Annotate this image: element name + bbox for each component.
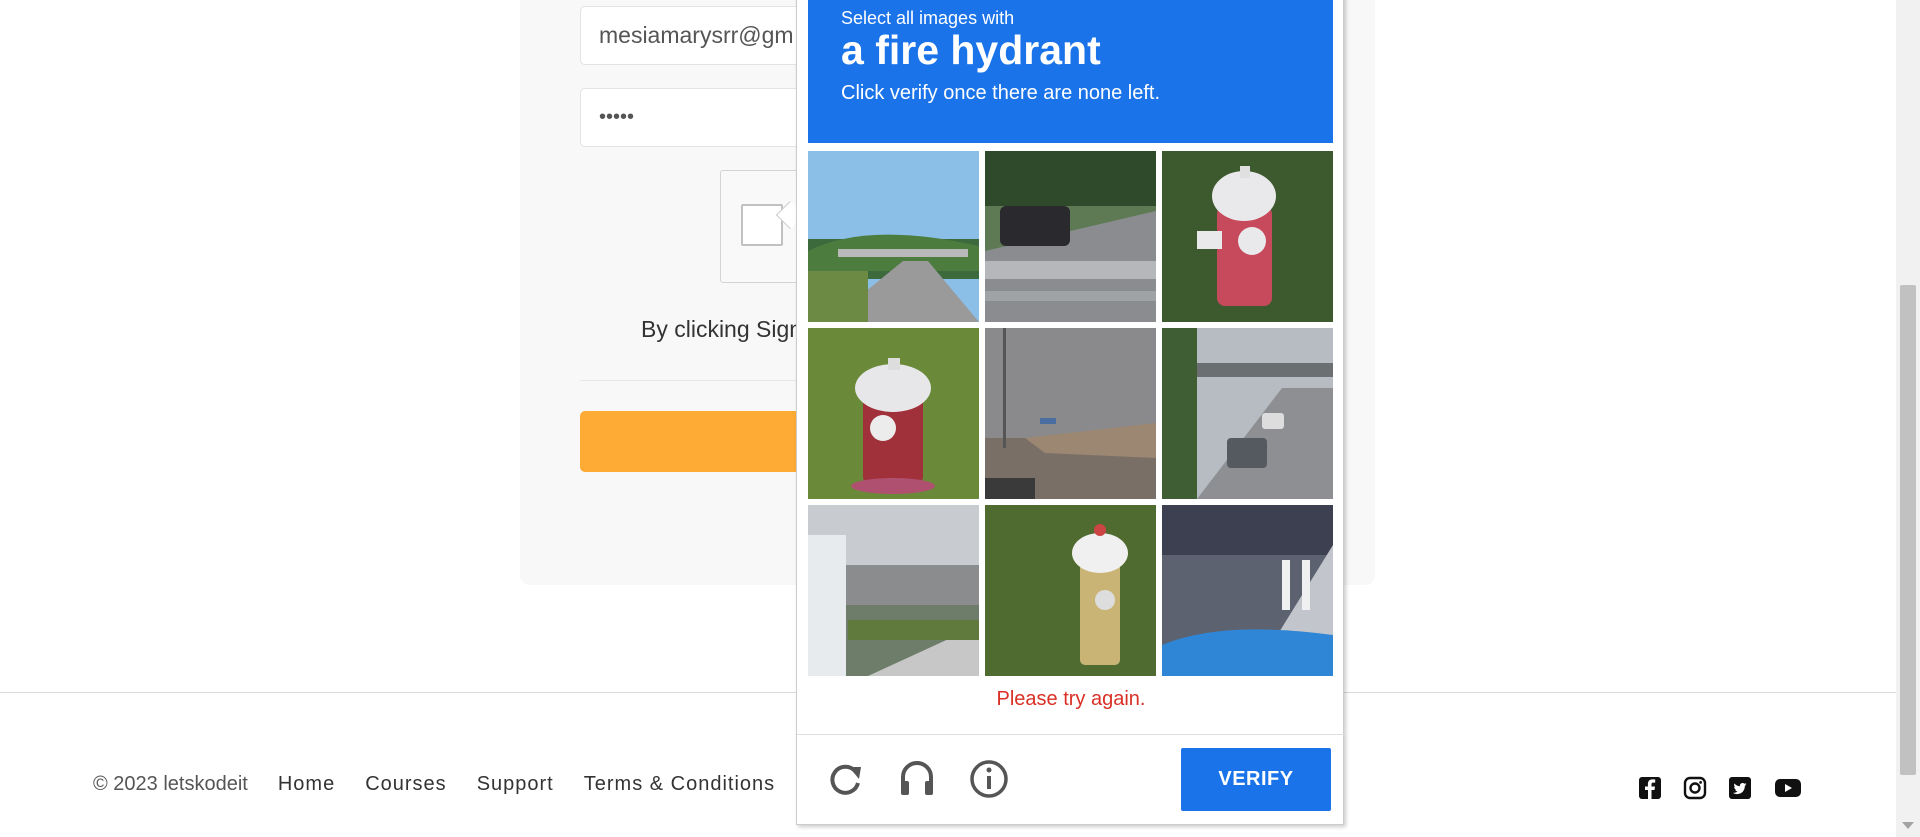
footer-links: © 2023 letskodeit Home Courses Support T… bbox=[93, 773, 805, 796]
image-tile[interactable] bbox=[808, 505, 979, 676]
recaptcha-challenge: Select all images with a fire hydrant Cl… bbox=[796, 0, 1345, 825]
recaptcha-checkbox[interactable] bbox=[741, 204, 783, 246]
footer-link-courses[interactable]: Courses bbox=[365, 773, 446, 796]
scrollbar-thumb[interactable] bbox=[1900, 285, 1916, 775]
footer-divider-line bbox=[797, 734, 1345, 735]
audio-challenge-icon[interactable] bbox=[895, 757, 939, 801]
image-tile[interactable] bbox=[1162, 505, 1333, 676]
twitter-icon[interactable] bbox=[1728, 776, 1752, 800]
image-tile[interactable] bbox=[985, 328, 1156, 499]
youtube-icon[interactable] bbox=[1774, 776, 1802, 800]
image-tile[interactable] bbox=[985, 505, 1156, 676]
error-message: Please try again. bbox=[996, 688, 1146, 710]
image-tile[interactable] bbox=[1162, 151, 1333, 322]
scroll-down-arrow-icon[interactable] bbox=[1902, 822, 1914, 829]
image-tile[interactable] bbox=[985, 151, 1156, 322]
email-field-value: mesiamarysrr@gm bbox=[599, 22, 794, 48]
instruction-text: Select all images with bbox=[841, 8, 1015, 28]
footer-link-home[interactable]: Home bbox=[278, 773, 335, 796]
password-field-value: ••••• bbox=[599, 106, 635, 128]
footer-link-terms[interactable]: Terms & Conditions bbox=[584, 773, 775, 796]
terms-text: By clicking Sign bbox=[641, 316, 801, 342]
image-tile[interactable] bbox=[808, 328, 979, 499]
reload-icon[interactable] bbox=[823, 757, 867, 801]
image-grid bbox=[808, 151, 1333, 676]
instagram-icon[interactable] bbox=[1683, 776, 1707, 800]
page-scrollbar[interactable] bbox=[1896, 0, 1920, 837]
challenge-header: Select all images with a fire hydrant Cl… bbox=[808, 0, 1333, 143]
verify-button[interactable]: VERIFY bbox=[1181, 748, 1331, 811]
image-tile[interactable] bbox=[1162, 328, 1333, 499]
info-icon[interactable] bbox=[967, 757, 1011, 801]
image-tile[interactable] bbox=[808, 151, 979, 322]
page-viewport: mesiamarysrr@gm ••••• By clicking Sign ©… bbox=[0, 0, 1920, 837]
instruction-subtext: Click verify once there are none left. bbox=[841, 82, 1161, 104]
footer-link-support[interactable]: Support bbox=[477, 773, 554, 796]
facebook-icon[interactable] bbox=[1638, 776, 1662, 800]
footer-copyright: © 2023 letskodeit bbox=[93, 773, 248, 795]
instruction-target: a fire hydrant bbox=[841, 27, 1101, 73]
